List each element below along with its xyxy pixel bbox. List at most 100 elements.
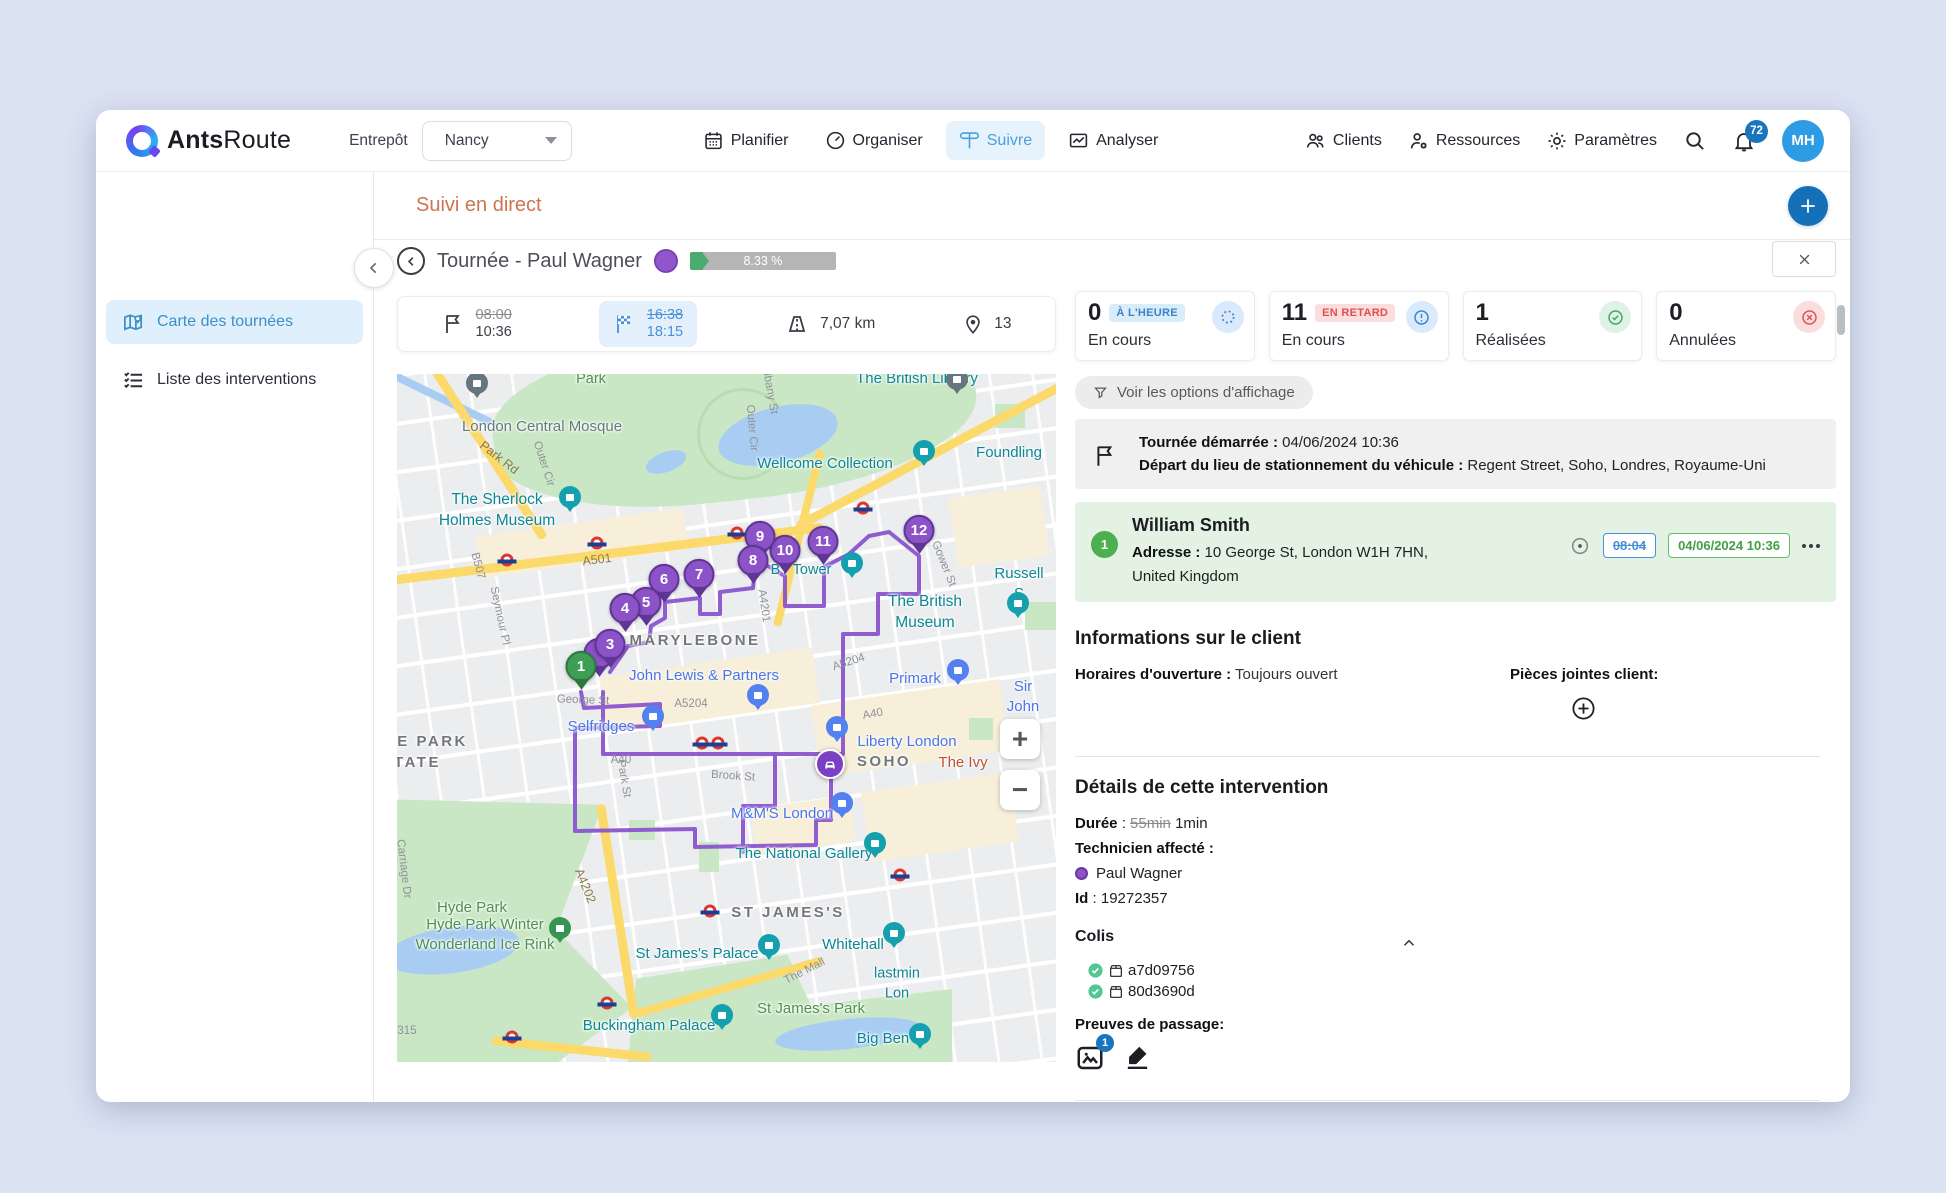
map-poi-pin[interactable] xyxy=(831,792,853,814)
add-button[interactable] xyxy=(1788,185,1828,226)
display-options-button[interactable]: Voir les options d'affichage xyxy=(1075,376,1313,409)
stat-end-time: 16:38 18:15 xyxy=(598,301,698,347)
map-label: SOHO xyxy=(856,752,912,770)
map-poi-pin[interactable] xyxy=(913,440,935,462)
map-poi-pin[interactable] xyxy=(864,832,886,854)
underground-roundel-icon xyxy=(727,526,747,540)
map-label: Outer Cir xyxy=(530,439,557,488)
map-poi-pin[interactable] xyxy=(909,1023,931,1045)
map-column: Tournée - Paul Wagner 8.33 % 08:0010:36 xyxy=(397,240,1056,1101)
tour-back-icon[interactable] xyxy=(397,247,425,275)
actual-time-badge: 04/06/2024 10:36 xyxy=(1668,533,1790,558)
map-marker-3[interactable]: 3 xyxy=(594,628,626,660)
nav-parametres[interactable]: Paramètres xyxy=(1546,130,1657,152)
map-poi-pin[interactable] xyxy=(841,552,863,574)
map-label: ST JAMES'S xyxy=(731,903,845,921)
map-label: St James's Park xyxy=(757,999,865,1017)
map-canvas[interactable]: Park London Central Mosque The British Lib… xyxy=(397,374,1056,1062)
map-label: The British Museum xyxy=(887,593,963,631)
status-card-cancelled[interactable]: 0 Annulées xyxy=(1656,291,1836,361)
tour-header: Tournée - Paul Wagner 8.33 % xyxy=(397,243,1056,279)
tab-organiser[interactable]: Organiser xyxy=(812,121,936,160)
map-zoom-in-button[interactable]: + xyxy=(1000,719,1040,759)
divider xyxy=(1075,1100,1820,1101)
alert-icon xyxy=(1405,301,1438,333)
notifications-bell[interactable]: 72 xyxy=(1732,119,1768,153)
map-label: The Sherlock Holmes Museum xyxy=(438,491,556,529)
driver-avatar xyxy=(653,249,678,273)
app-window: AntsRoute Entrepôt Nancy Planifier Organ… xyxy=(96,110,1850,1102)
sidebar-item-liste-des-interventions[interactable]: Liste des interventions xyxy=(106,358,363,402)
status-card-on-time[interactable]: 0À L'HEURE En cours xyxy=(1075,291,1255,361)
map-poi-pin[interactable] xyxy=(758,934,780,956)
map-poi-pin[interactable] xyxy=(747,684,769,706)
spinner-icon xyxy=(1211,301,1244,333)
more-options-icon[interactable] xyxy=(1802,540,1820,552)
map-label: St James's Palace xyxy=(635,944,759,962)
map-poi-pin[interactable] xyxy=(466,374,488,394)
brand-logo[interactable]: AntsRoute xyxy=(126,124,291,157)
map-label: Brook St xyxy=(710,768,756,784)
filter-icon xyxy=(1094,387,1107,399)
nav-tabs: Planifier Organiser Suivre Analyser xyxy=(690,121,1172,160)
nav-ressources[interactable]: Ressources xyxy=(1408,130,1520,152)
map-label: Big Ben xyxy=(856,1029,910,1047)
chevron-up-icon[interactable] xyxy=(1400,934,1418,952)
checklist-icon xyxy=(124,371,143,388)
map-marker-7[interactable]: 7 xyxy=(683,558,715,590)
underground-roundel-icon xyxy=(497,553,517,567)
intervention-card[interactable]: 1 William Smith Adresse : 10 George St, … xyxy=(1075,502,1836,602)
map-poi-pin[interactable] xyxy=(826,716,848,738)
map-label: Albany St xyxy=(759,374,780,416)
target-icon[interactable] xyxy=(1569,535,1591,557)
warehouse-select[interactable]: Nancy xyxy=(421,120,572,161)
map-poi-pin[interactable] xyxy=(883,922,905,944)
map-poi-pin[interactable] xyxy=(642,705,664,727)
avatar[interactable]: MH xyxy=(1782,119,1824,162)
map-poi-pin[interactable] xyxy=(947,659,969,681)
live-header: Suivi en direct xyxy=(374,172,1850,240)
scrollbar-thumb[interactable] xyxy=(1837,305,1845,335)
map-poi-pin[interactable] xyxy=(549,917,571,939)
signature-proof-button[interactable] xyxy=(1123,1043,1152,1077)
map-zoom-out-button[interactable]: − xyxy=(1000,770,1040,810)
map-poi-pin[interactable] xyxy=(559,486,581,508)
x-circle-icon xyxy=(1793,301,1825,333)
warehouse-label: Entrepôt xyxy=(349,131,408,149)
map-marker-1[interactable]: 1 xyxy=(565,650,597,682)
map-label: The Ivy xyxy=(938,753,988,771)
status-card-done[interactable]: 1 Réalisées xyxy=(1462,291,1643,361)
plus-icon xyxy=(1801,198,1815,213)
search-icon[interactable] xyxy=(1683,129,1706,152)
map-poi-pin[interactable] xyxy=(1007,592,1029,614)
status-cards: 0À L'HEURE En cours 11 EN RETARD En cours… xyxy=(1075,291,1836,361)
map-marker-8[interactable]: 8 xyxy=(737,544,769,576)
map-marker-12[interactable]: 12 xyxy=(903,514,935,546)
map-poi-pin[interactable] xyxy=(711,1004,733,1026)
sidebar-item-carte-des-tournees[interactable]: Carte des tournées xyxy=(106,300,363,344)
intervention-details-section: Détails de cette intervention Durée : 55… xyxy=(1075,777,1836,1101)
map-label: Seymour Pl xyxy=(487,585,512,647)
tab-planifier[interactable]: Planifier xyxy=(690,121,802,160)
signpost-icon xyxy=(959,132,979,149)
map-label: M&M'S London xyxy=(730,804,834,822)
vehicle-marker[interactable] xyxy=(815,749,845,779)
status-card-late[interactable]: 11 EN RETARD En cours xyxy=(1268,291,1449,361)
map-marker-11[interactable]: 11 xyxy=(807,525,839,557)
map-marker-4[interactable]: 4 xyxy=(609,592,641,624)
close-panel-button[interactable] xyxy=(1772,241,1836,277)
map-label: Foundling xyxy=(976,443,1042,461)
map-label: Outer Cir xyxy=(743,404,760,452)
underground-roundel-icon xyxy=(708,736,728,750)
nav-clients[interactable]: Clients xyxy=(1305,130,1382,152)
tab-suivre[interactable]: Suivre xyxy=(945,121,1046,160)
packages-header[interactable]: Colis xyxy=(1075,928,1418,958)
tab-analyser[interactable]: Analyser xyxy=(1055,121,1171,160)
tour-title: Tournée - Paul Wagner xyxy=(437,249,642,272)
main-content: Suivi en direct Tournée - Paul Wagner 8.… xyxy=(354,172,1850,1102)
add-attachment-button[interactable] xyxy=(1570,695,1658,726)
brand-logo-icon xyxy=(126,124,158,157)
back-button[interactable] xyxy=(354,248,394,288)
photo-proof-button[interactable]: 1 xyxy=(1075,1034,1114,1078)
chevron-down-icon xyxy=(544,137,557,144)
